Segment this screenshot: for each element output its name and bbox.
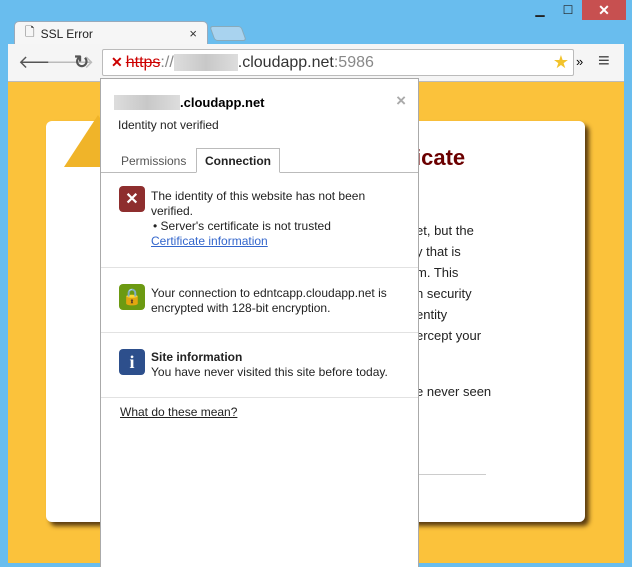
help-link[interactable]: What do these mean? (120, 405, 237, 420)
url-separator: :// (160, 53, 174, 71)
tab-title: SSL Error (40, 26, 93, 41)
popup-host: .cloudapp.net (180, 95, 265, 110)
body-line: entity (416, 307, 448, 322)
menu-icon[interactable]: ≡ (598, 50, 610, 73)
toolbar: 🡐 🡒 ↻ ✕ https :// .cloudapp.net :5986 ★ … (8, 44, 624, 82)
identity-message: The identity of this website has not bee… (151, 189, 366, 218)
tab-permissions[interactable]: Permissions (121, 154, 186, 169)
body-line: n security (416, 286, 472, 301)
lock-icon: 🔒 (119, 284, 145, 310)
body-line: ercept your (416, 328, 482, 343)
site-info-message: You have never visited this site before … (151, 365, 388, 379)
star-icon[interactable]: ★ (553, 52, 569, 73)
page-icon: 🗋 (25, 25, 35, 39)
body-line: et, but the (416, 223, 474, 238)
url-host: .cloudapp.net (237, 53, 334, 71)
tab-close-icon[interactable]: × (189, 26, 197, 41)
address-bar[interactable]: ✕ https :// .cloudapp.net :5986 ★ (102, 49, 574, 76)
tab-connection[interactable]: Connection (196, 148, 280, 173)
body-line: m. This (416, 265, 459, 280)
window-controls: ▁ ☐ ✕ (526, 0, 626, 22)
close-window-button[interactable]: ✕ (582, 0, 626, 20)
maximize-button[interactable]: ☐ (554, 0, 582, 20)
reload-icon[interactable]: ↻ (74, 52, 89, 73)
minimize-button[interactable]: ▁ (526, 0, 554, 20)
encryption-message: Your connection to edntcapp.cloudapp.net… (151, 286, 387, 315)
broken-lock-icon: ✕ (119, 186, 145, 212)
identity-status: Identity not verified (118, 118, 219, 132)
url-port: :5986 (333, 53, 374, 71)
certificate-information-link[interactable]: Certificate information (151, 234, 268, 248)
identity-bullet: • Server's certificate is not trusted (153, 219, 331, 233)
url-scheme: https (125, 53, 161, 71)
info-icon: i (119, 349, 145, 375)
body-line: e never seen (416, 384, 492, 399)
site-info-popup: .cloudapp.net × Identity not verified Pe… (100, 78, 419, 567)
new-tab-button[interactable] (209, 26, 247, 41)
redacted-host (173, 54, 238, 71)
body-line: y that is (416, 244, 461, 259)
popup-close-icon[interactable]: × (396, 91, 406, 111)
broken-lock-icon: ✕ (111, 54, 123, 70)
tab-ssl-error[interactable]: 🗋 SSL Error × (14, 21, 208, 45)
redacted-host (114, 95, 180, 110)
site-info-title: Site information (151, 350, 243, 364)
extensions-overflow[interactable]: » (576, 54, 583, 69)
error-title: icate (415, 145, 466, 170)
